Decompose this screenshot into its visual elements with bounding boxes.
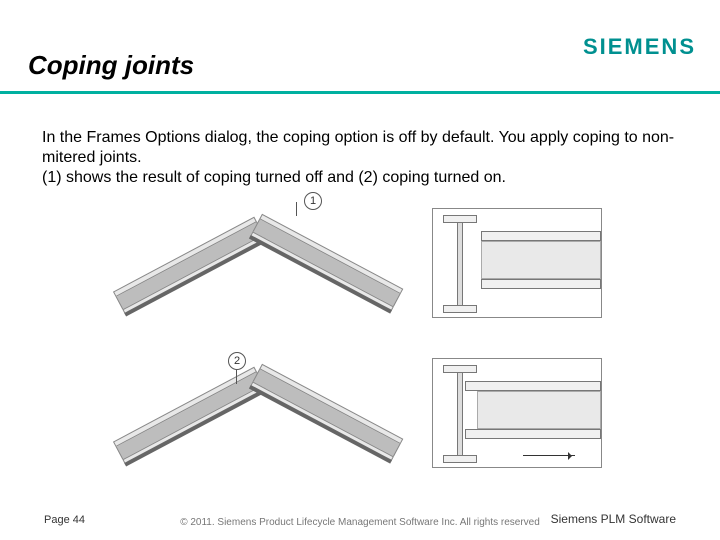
iso-joint-coping-off: 1 [120, 200, 380, 330]
column-beam-icon [443, 215, 477, 313]
slide-title: Coping joints [28, 50, 194, 81]
footer: © 2011. Siemens Product Lifecycle Manage… [0, 517, 720, 532]
section-panel-coping-on [432, 358, 602, 468]
slide: Coping joints SIEMENS In the Frames Opti… [0, 0, 720, 540]
figure-area: 1 2 [0, 200, 720, 480]
body-paragraph: In the Frames Options dialog, the coping… [42, 128, 678, 188]
siemens-logo: SIEMENS [583, 34, 696, 60]
column-beam-icon [443, 365, 477, 463]
page-number: Page 44 [44, 514, 85, 526]
arrow-icon [523, 455, 575, 456]
section-panel-coping-off [432, 208, 602, 318]
cross-beam-coped-icon [477, 381, 601, 439]
iso-joint-coping-on: 2 [120, 350, 380, 480]
callout-2: 2 [228, 352, 246, 370]
callout-1: 1 [304, 192, 322, 210]
cross-beam-icon [481, 231, 601, 289]
footer-brand: Siemens PLM Software [551, 512, 676, 526]
